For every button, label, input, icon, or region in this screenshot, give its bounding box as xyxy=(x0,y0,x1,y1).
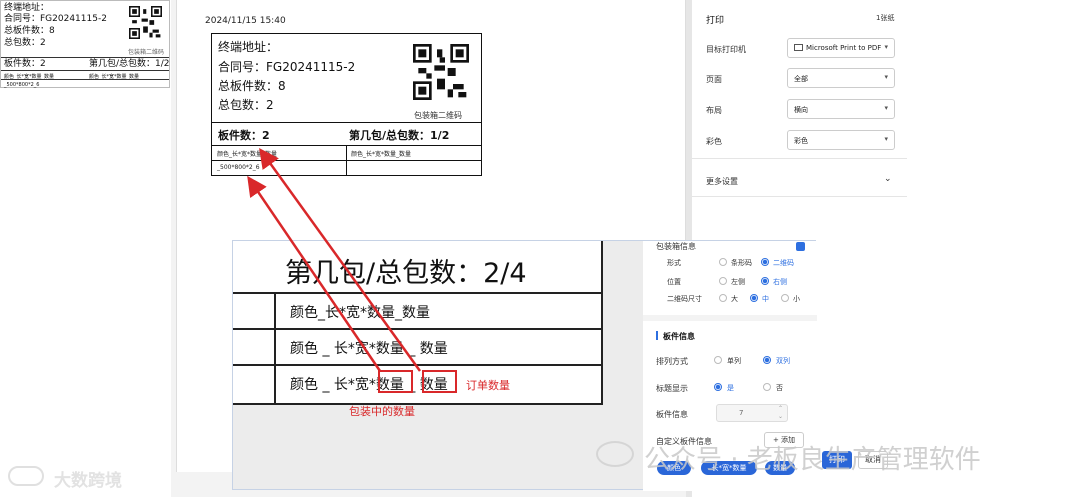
arrow-pkg-qty xyxy=(247,175,382,372)
watermark-right-text: 公众号 · 老板良生产管理软件 xyxy=(644,445,981,475)
arrow-order-qty xyxy=(259,147,422,372)
wechat-icon xyxy=(596,441,634,467)
annotation-arrows xyxy=(247,147,422,372)
watermark-left-text: 大数跨境 xyxy=(54,471,122,491)
watermark-logo-icon xyxy=(8,466,44,486)
